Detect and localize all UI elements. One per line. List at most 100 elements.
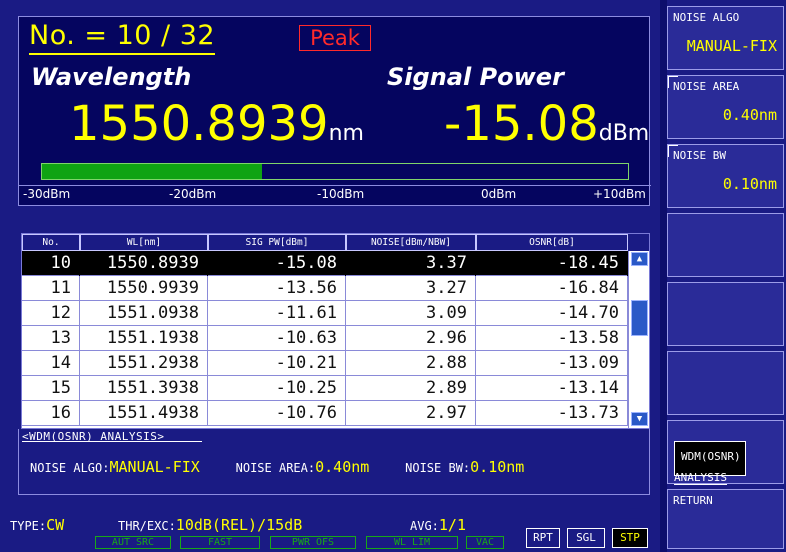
scale-label: -20dBm xyxy=(169,187,217,201)
table-cell: 2.97 xyxy=(346,401,476,426)
indicator-fast: FAST xyxy=(180,536,260,549)
table-cell: -18.45 xyxy=(476,251,628,276)
table-cell: 3.09 xyxy=(346,301,476,326)
noise-area-key: NOISE AREA: xyxy=(235,461,316,475)
table-cell: 1551.0938 xyxy=(80,301,208,326)
scroll-down-icon[interactable]: ▼ xyxy=(631,412,648,426)
type-value: CW xyxy=(46,516,65,534)
type-key: TYPE: xyxy=(10,519,47,533)
level-bar xyxy=(41,163,629,180)
table-row[interactable]: 12 1551.0938 -11.61 3.09 -14.70 xyxy=(22,301,628,326)
column-header-no[interactable]: No. xyxy=(22,234,80,251)
peak-badge: Peak xyxy=(299,25,371,51)
table-cell: 1550.9939 xyxy=(80,276,208,301)
table-cell: -10.76 xyxy=(208,401,346,426)
noise-algo-value: MANUAL-FIX xyxy=(109,458,200,476)
peak-table: No. WL[nm] SIG PW[dBm] NOISE[dBm/NBW] OS… xyxy=(21,233,650,429)
table-cell: 15 xyxy=(22,376,80,401)
softkey-noise-algo[interactable]: NOISE ALGO MANUAL-FIX xyxy=(667,6,784,70)
table-cell: 1551.2938 xyxy=(80,351,208,376)
table-cell: 14 xyxy=(22,351,80,376)
noise-algo-key: NOISE ALGO: xyxy=(30,461,110,475)
threshold-status: THR/EXC:10dB(REL)/15dB xyxy=(118,516,302,534)
stop-button[interactable]: STP xyxy=(612,528,648,548)
column-header-noise[interactable]: NOISE[dBm/NBW] xyxy=(346,234,476,251)
analysis-parameters: NOISE ALGO:MANUAL-FIX NOISE AREA:0.40nm … xyxy=(30,458,552,476)
softkey-noise-area-title: NOISE AREA xyxy=(673,80,740,93)
indicator-pwr-ofs: PWR OFS xyxy=(270,536,356,549)
table-scrollbar[interactable]: ▲ ▼ xyxy=(628,251,649,428)
table-cell: 1550.8939 xyxy=(80,251,208,276)
table-cell: -14.70 xyxy=(476,301,628,326)
avg-value: 1/1 xyxy=(438,516,466,534)
softkey-noise-area[interactable]: NOISE AREA 0.40nm xyxy=(667,75,784,139)
single-button[interactable]: SGL xyxy=(567,528,605,548)
softkey-wdm-analysis[interactable]: WDM(OSNR) ANALYSIS xyxy=(667,420,784,485)
table-cell: 12 xyxy=(22,301,80,326)
table-cell: -10.21 xyxy=(208,351,346,376)
table-cell: 1551.4938 xyxy=(80,401,208,426)
softkey-noise-area-value: 0.40nm xyxy=(722,106,777,124)
table-cell: -13.73 xyxy=(476,401,628,426)
column-header-sig-pw[interactable]: SIG PW[dBm] xyxy=(208,234,346,251)
indicator-wl-lim: WL LIM xyxy=(366,536,458,549)
status-bar: TYPE:CW THR/EXC:10dB(REL)/15dB AVG:1/1 A… xyxy=(0,506,660,552)
table-cell: 1551.1938 xyxy=(80,326,208,351)
wavelength-heading: Wavelength xyxy=(31,63,192,91)
table-cell: 2.88 xyxy=(346,351,476,376)
table-row[interactable]: 10 1550.8939 -15.08 3.37 -18.45 xyxy=(22,251,628,276)
table-row[interactable]: 15 1551.3938 -10.25 2.89 -13.14 xyxy=(22,376,628,401)
softkey-return-label: RETURN xyxy=(673,494,713,507)
peak-number: No. = 10 / 32 xyxy=(29,19,216,55)
table-row[interactable]: 13 1551.1938 -10.63 2.96 -13.58 xyxy=(22,326,628,351)
table-cell: 2.89 xyxy=(346,376,476,401)
type-status: TYPE:CW xyxy=(10,516,64,534)
softkey-noise-bw-title: NOISE BW xyxy=(673,149,726,162)
scale-label: 0dBm xyxy=(481,187,517,201)
wavelength-value: 1550.8939 xyxy=(69,96,329,152)
repeat-button[interactable]: RPT xyxy=(526,528,560,548)
scroll-up-icon[interactable]: ▲ xyxy=(631,252,648,266)
thr-key: THR/EXC: xyxy=(118,519,176,533)
table-header: No. WL[nm] SIG PW[dBm] NOISE[dBm/NBW] OS… xyxy=(22,234,649,251)
wavelength-unit: nm xyxy=(328,121,364,146)
table-row[interactable]: 16 1551.4938 -10.76 2.97 -13.73 xyxy=(22,401,628,426)
scale-label: +10dBm xyxy=(593,187,646,201)
scale-label: -10dBm xyxy=(317,187,365,201)
table-cell: 2.96 xyxy=(346,326,476,351)
table-cell: -13.09 xyxy=(476,351,628,376)
table-cell: -13.14 xyxy=(476,376,628,401)
scroll-thumb[interactable] xyxy=(631,300,648,336)
signal-power-value: -15.08 xyxy=(444,96,599,152)
noise-bw-key: NOISE BW: xyxy=(405,461,471,475)
level-scale: -30dBm -20dBm -10dBm 0dBm +10dBm xyxy=(19,185,651,203)
softkey-blank-1[interactable] xyxy=(667,213,784,277)
avg-status: AVG:1/1 xyxy=(410,516,466,534)
panel-divider xyxy=(660,0,667,552)
signal-power-readout: -15.08dBm xyxy=(444,89,649,169)
softkey-blank-3[interactable] xyxy=(667,351,784,415)
level-bar-fill xyxy=(42,164,262,179)
thr-value: 10dB(REL)/15dB xyxy=(175,516,303,534)
wavelength-readout: 1550.8939nm xyxy=(69,89,364,169)
table-cell: -13.56 xyxy=(208,276,346,301)
softkey-noise-bw[interactable]: NOISE BW 0.10nm xyxy=(667,144,784,208)
avg-key: AVG: xyxy=(410,519,439,533)
table-cell: -15.08 xyxy=(208,251,346,276)
softkey-noise-algo-title: NOISE ALGO xyxy=(673,11,740,24)
table-cell: -11.61 xyxy=(208,301,346,326)
softkey-blank-2[interactable] xyxy=(667,282,784,346)
table-cell: -16.84 xyxy=(476,276,628,301)
column-header-wl[interactable]: WL[nm] xyxy=(80,234,208,251)
table-cell: 3.27 xyxy=(346,276,476,301)
signal-power-unit: dBm xyxy=(598,121,650,146)
table-cell: -13.58 xyxy=(476,326,628,351)
table-cell: 16 xyxy=(22,401,80,426)
column-header-osnr[interactable]: OSNR[dB] xyxy=(476,234,628,251)
indicator-vac: VAC xyxy=(466,536,504,549)
table-row[interactable]: 14 1551.2938 -10.21 2.88 -13.09 xyxy=(22,351,628,376)
table-row[interactable]: 11 1550.9939 -13.56 3.27 -16.84 xyxy=(22,276,628,301)
softkey-return[interactable]: RETURN xyxy=(667,489,784,549)
scale-label: -30dBm xyxy=(23,187,71,201)
table-cell: -10.25 xyxy=(208,376,346,401)
